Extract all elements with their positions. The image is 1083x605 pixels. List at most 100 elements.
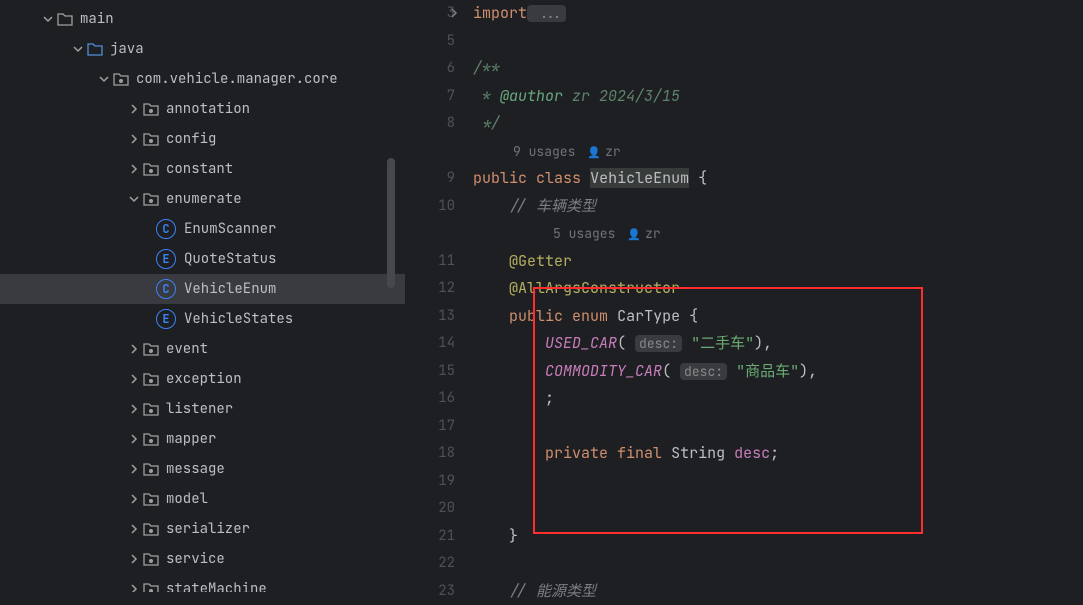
code-line[interactable] xyxy=(473,468,1083,496)
package-icon xyxy=(142,460,160,478)
chevron-right-icon[interactable] xyxy=(126,464,142,474)
code-line[interactable]: public class VehicleEnum { xyxy=(473,165,1083,193)
user-icon: 👤 xyxy=(627,228,641,242)
tree-item-java[interactable]: java xyxy=(0,34,405,64)
tree-label: config xyxy=(166,130,216,148)
fold-toggle[interactable]: 3 xyxy=(405,0,455,28)
tree-label: exception xyxy=(166,370,242,388)
chevron-down-icon[interactable] xyxy=(126,194,142,204)
code-line[interactable] xyxy=(473,550,1083,578)
line-number: 6 xyxy=(405,55,455,83)
tree-item-service[interactable]: service xyxy=(0,544,405,574)
tree-item-event[interactable]: event xyxy=(0,334,405,364)
chevron-right-icon[interactable] xyxy=(126,584,142,592)
code-line[interactable]: USED_CAR( desc: "二手车"), xyxy=(473,330,1083,358)
chevron-right-icon[interactable] xyxy=(126,434,142,444)
chevron-right-icon[interactable] xyxy=(126,164,142,174)
code-line[interactable]: import ... xyxy=(473,0,1083,28)
tree-label: constant xyxy=(166,160,233,178)
code-line[interactable]: private final String desc; xyxy=(473,440,1083,468)
usages-hint-row xyxy=(405,138,455,166)
code-line[interactable]: public enum CarType { xyxy=(473,303,1083,331)
package-icon xyxy=(142,550,160,568)
tree-label: listener xyxy=(166,400,233,418)
tree-label: event xyxy=(166,340,208,358)
tree-item-enumerate[interactable]: enumerate xyxy=(0,184,405,214)
tree-item-main[interactable]: main xyxy=(0,4,405,34)
chevron-down-icon[interactable] xyxy=(40,14,56,24)
chevron-right-icon[interactable] xyxy=(126,344,142,354)
tree-item-statemachine[interactable]: stateMachine xyxy=(0,574,405,592)
code-line[interactable] xyxy=(473,413,1083,441)
tree-item-model[interactable]: model xyxy=(0,484,405,514)
tree-label: QuoteStatus xyxy=(184,250,276,268)
folder-icon xyxy=(56,10,74,28)
package-icon xyxy=(142,520,160,538)
project-tree: main java com.vehicle.manager.core annot… xyxy=(0,0,405,592)
line-number: 10 xyxy=(405,193,455,221)
tree-label: VehicleStates xyxy=(184,310,293,328)
code-line[interactable]: /** xyxy=(473,55,1083,83)
code-area[interactable]: import ... /** * @author zr 2024/3/15 */… xyxy=(473,0,1083,592)
chevron-down-icon[interactable] xyxy=(96,74,112,84)
tree-label: EnumScanner xyxy=(184,220,276,238)
line-number: 15 xyxy=(405,358,455,386)
code-line[interactable] xyxy=(473,495,1083,523)
tree-item-config[interactable]: config xyxy=(0,124,405,154)
chevron-right-icon[interactable] xyxy=(126,524,142,534)
chevron-right-icon[interactable] xyxy=(126,554,142,564)
tree-scrollbar[interactable] xyxy=(387,158,395,288)
tree-item-listener[interactable]: listener xyxy=(0,394,405,424)
package-icon xyxy=(142,370,160,388)
chevron-right-icon[interactable] xyxy=(126,494,142,504)
line-number: 19 xyxy=(405,468,455,496)
package-icon xyxy=(112,70,130,88)
code-line[interactable]: // 能源类型 xyxy=(473,578,1083,605)
line-number: 13 xyxy=(405,303,455,331)
usages-hint[interactable]: 5 usages👤zr xyxy=(473,220,1083,248)
chevron-right-icon[interactable] xyxy=(126,134,142,144)
chevron-right-icon[interactable] xyxy=(126,374,142,384)
line-number: 11 xyxy=(405,248,455,276)
tree-item-annotation[interactable]: annotation xyxy=(0,94,405,124)
tree-item-serializer[interactable]: serializer xyxy=(0,514,405,544)
tree-label: main xyxy=(80,10,114,28)
tree-item-quotestatus[interactable]: E QuoteStatus xyxy=(0,244,405,274)
chevron-right-icon[interactable] xyxy=(126,404,142,414)
code-line[interactable]: COMMODITY_CAR( desc: "商品车"), xyxy=(473,358,1083,386)
code-line[interactable]: @AllArgsConstructor xyxy=(473,275,1083,303)
line-number: 22 xyxy=(405,550,455,578)
line-number: 18 xyxy=(405,440,455,468)
tree-item-message[interactable]: message xyxy=(0,454,405,484)
usages-hint[interactable]: 9 usages👤zr xyxy=(473,138,1083,166)
chevron-down-icon[interactable] xyxy=(70,44,86,54)
code-line[interactable]: * @author zr 2024/3/15 xyxy=(473,83,1083,111)
tree-label: annotation xyxy=(166,100,250,118)
tree-item-vehicleenum[interactable]: C VehicleEnum xyxy=(0,274,405,304)
tree-item-exception[interactable]: exception xyxy=(0,364,405,394)
line-number: 8 xyxy=(405,110,455,138)
user-icon: 👤 xyxy=(587,146,601,160)
tree-label: serializer xyxy=(166,520,250,538)
package-icon xyxy=(142,400,160,418)
tree-item-vehiclestates[interactable]: E VehicleStates xyxy=(0,304,405,334)
code-editor[interactable]: 3 5 6 7 8 9 10 11 12 13 14 15 16 17 18 1… xyxy=(405,0,1083,592)
code-line[interactable]: // 车辆类型 xyxy=(473,193,1083,221)
tree-item-constant[interactable]: constant xyxy=(0,154,405,184)
code-line[interactable] xyxy=(473,28,1083,56)
line-number: 12 xyxy=(405,275,455,303)
line-number: 9 xyxy=(405,165,455,193)
tree-item-enumscanner[interactable]: C EnumScanner xyxy=(0,214,405,244)
tree-item-package[interactable]: com.vehicle.manager.core xyxy=(0,64,405,94)
tree-label: mapper xyxy=(166,430,216,448)
line-number: 20 xyxy=(405,495,455,523)
chevron-right-icon[interactable] xyxy=(126,104,142,114)
tree-label: com.vehicle.manager.core xyxy=(136,70,338,88)
gutter: 3 5 6 7 8 9 10 11 12 13 14 15 16 17 18 1… xyxy=(405,0,473,592)
package-icon xyxy=(142,430,160,448)
code-line[interactable]: @Getter xyxy=(473,248,1083,276)
code-line[interactable]: */ xyxy=(473,110,1083,138)
code-line[interactable]: } xyxy=(473,523,1083,551)
tree-item-mapper[interactable]: mapper xyxy=(0,424,405,454)
code-line[interactable]: ; xyxy=(473,385,1083,413)
